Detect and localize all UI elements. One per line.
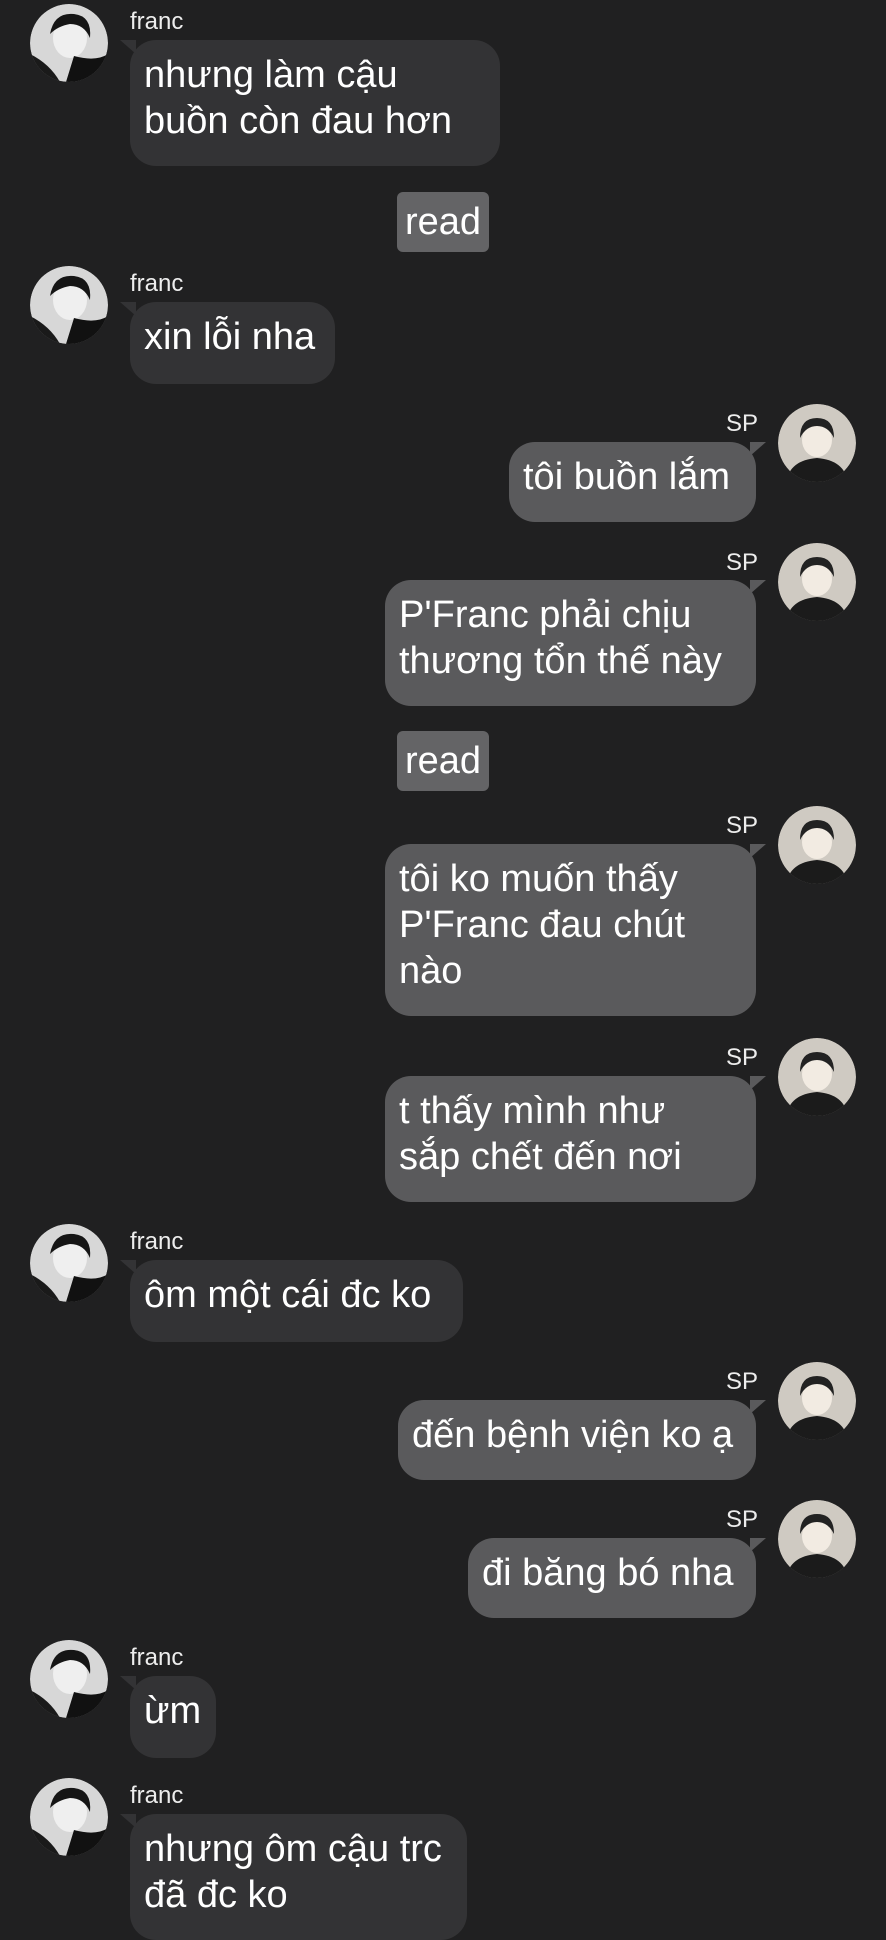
- franc-avatar[interactable]: [30, 1224, 108, 1302]
- bubble-tail-icon: [750, 1400, 766, 1414]
- sender-name: SP: [725, 1368, 758, 1395]
- sender-name: SP: [725, 1044, 758, 1071]
- sp-avatar-image: [778, 1362, 856, 1440]
- sp-avatar-image: [778, 1500, 856, 1578]
- message-bubble[interactable]: t thấy mình như sắp chết đến nơi: [385, 1076, 766, 1202]
- message-text: xin lỗi nha: [144, 316, 316, 358]
- sender-name: franc: [130, 1782, 184, 1809]
- message-text: nhưng ôm cậu trc đã đc ko: [144, 1828, 442, 1916]
- message-text: đến bệnh viện ko ạ: [412, 1414, 734, 1456]
- sp-avatar-image: [778, 543, 856, 621]
- bubble-tail-icon: [120, 40, 136, 54]
- bubble-tail-icon: [750, 580, 766, 594]
- message-bubble[interactable]: tôi buồn lắm: [509, 442, 766, 522]
- sp-avatar[interactable]: [778, 1362, 856, 1440]
- sender-name: franc: [130, 8, 184, 35]
- franc-avatar[interactable]: [30, 4, 108, 82]
- franc-avatar-image: [30, 1224, 108, 1302]
- message-text: nhưng làm cậu buồn còn đau hơn: [144, 54, 453, 142]
- sp-avatar-image: [778, 1038, 856, 1116]
- sender-name: franc: [130, 1644, 184, 1671]
- message-bubble[interactable]: đi băng bó nha: [468, 1538, 766, 1618]
- franc-avatar[interactable]: [30, 266, 108, 344]
- franc-avatar[interactable]: [30, 1778, 108, 1856]
- message-bubble[interactable]: tôi ko muốn thấy P'Franc đau chút nào: [385, 844, 766, 1016]
- sp-avatar-image: [778, 404, 856, 482]
- bubble-tail-icon: [120, 1260, 136, 1274]
- bubble-tail-icon: [750, 442, 766, 456]
- message-bubble[interactable]: P'Franc phải chịu thương tổn thế này: [385, 580, 766, 706]
- sp-avatar[interactable]: [778, 543, 856, 621]
- bubble-tail-icon: [120, 1814, 136, 1828]
- bubble-tail-icon: [750, 844, 766, 858]
- message-text: tôi ko muốn thấy P'Franc đau chút nào: [399, 858, 686, 992]
- message-bubble[interactable]: đến bệnh viện ko ạ: [398, 1400, 766, 1480]
- sp-avatar[interactable]: [778, 806, 856, 884]
- bubble-tail-icon: [750, 1076, 766, 1090]
- message-text: đi băng bó nha: [482, 1552, 734, 1594]
- read-receipt: read: [397, 192, 489, 252]
- franc-avatar-image: [30, 4, 108, 82]
- read-receipt: read: [397, 731, 489, 791]
- message-text: t thấy mình như sắp chết đến nơi: [399, 1090, 682, 1178]
- chat-thread: franc nhưng làm cậu buồn còn đau hơn rea…: [0, 0, 886, 1940]
- franc-avatar[interactable]: [30, 1640, 108, 1718]
- sender-name: franc: [130, 1228, 184, 1255]
- message-text: P'Franc phải chịu thương tổn thế này: [399, 594, 722, 682]
- message-bubble[interactable]: nhưng làm cậu buồn còn đau hơn: [120, 40, 500, 166]
- message-bubble[interactable]: ừm: [120, 1676, 216, 1758]
- sender-name: SP: [725, 410, 758, 437]
- franc-avatar-image: [30, 1640, 108, 1718]
- franc-avatar-image: [30, 1778, 108, 1856]
- sender-name: SP: [725, 1506, 758, 1533]
- sender-name: franc: [130, 270, 184, 297]
- sp-avatar[interactable]: [778, 1500, 856, 1578]
- message-bubble[interactable]: ôm một cái đc ko: [120, 1260, 463, 1342]
- sender-name: SP: [725, 549, 758, 576]
- franc-avatar-image: [30, 266, 108, 344]
- message-text: ôm một cái đc ko: [144, 1274, 432, 1316]
- sender-name: SP: [725, 812, 758, 839]
- message-bubble[interactable]: nhưng ôm cậu trc đã đc ko: [120, 1814, 467, 1940]
- message-bubble[interactable]: xin lỗi nha: [120, 302, 335, 384]
- message-text: tôi buồn lắm: [523, 456, 731, 498]
- sp-avatar[interactable]: [778, 404, 856, 482]
- sp-avatar[interactable]: [778, 1038, 856, 1116]
- message-text: ừm: [144, 1690, 202, 1732]
- bubble-tail-icon: [120, 1676, 136, 1690]
- bubble-tail-icon: [750, 1538, 766, 1552]
- sp-avatar-image: [778, 806, 856, 884]
- bubble-tail-icon: [120, 302, 136, 316]
